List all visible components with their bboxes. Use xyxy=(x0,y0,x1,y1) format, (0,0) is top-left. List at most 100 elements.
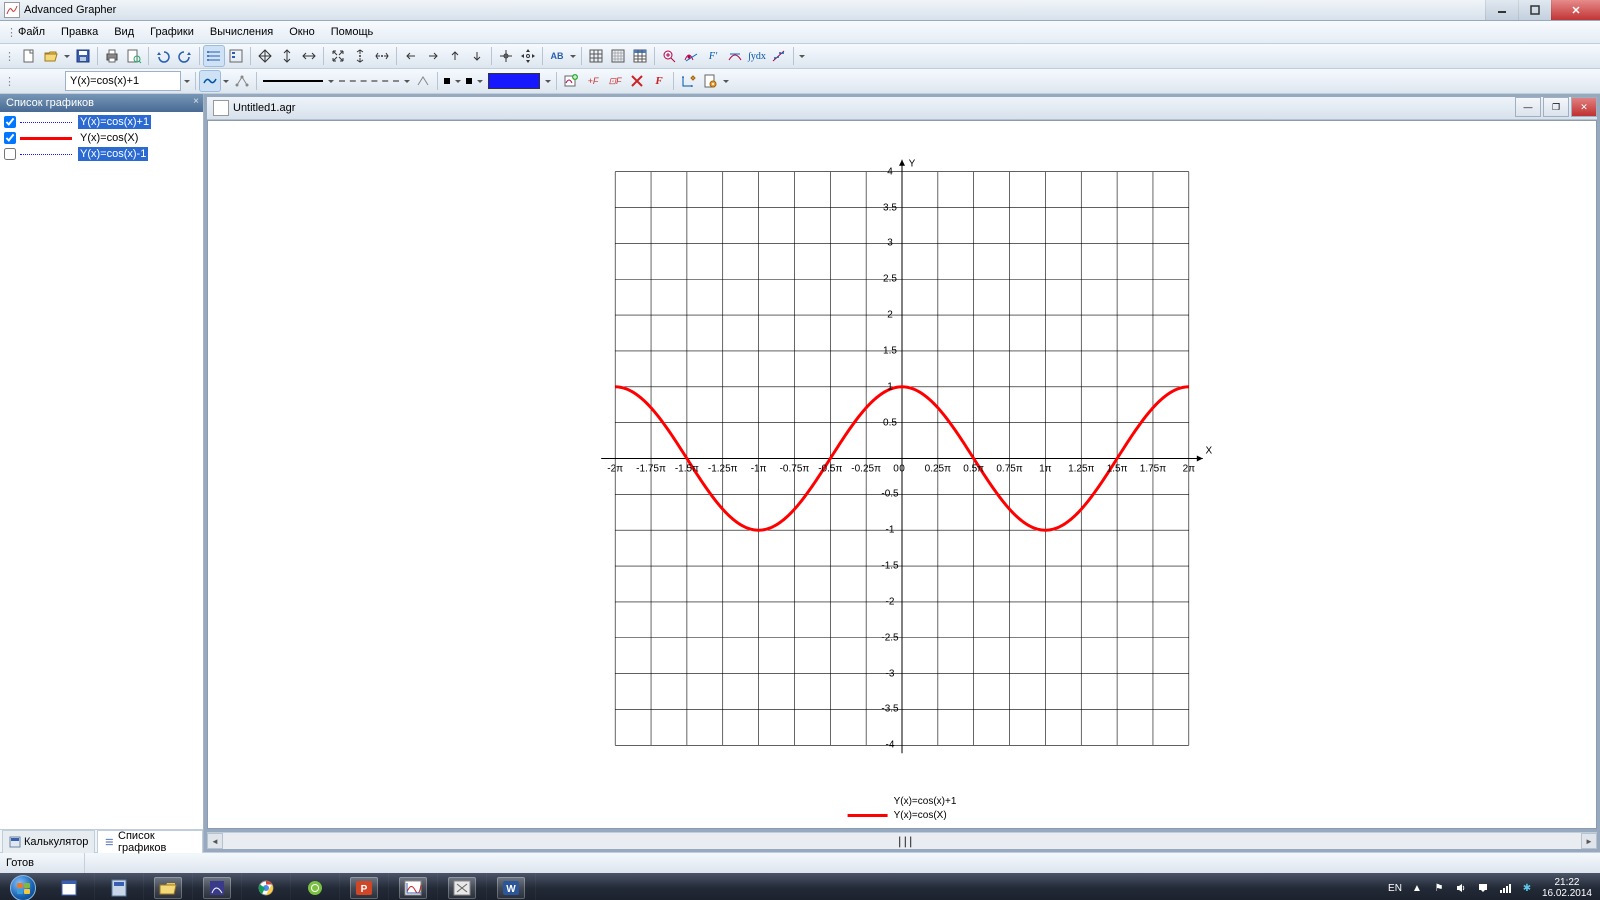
color-swatch[interactable] xyxy=(488,73,540,89)
tangent-button[interactable] xyxy=(725,46,745,66)
integral-button[interactable]: ∫ydx xyxy=(747,46,767,66)
taskbar-notepad[interactable] xyxy=(46,873,95,900)
plot-canvas[interactable]: -2π-1.75π-1.5π-1.25π-1π-0.75π-0.5π-0.25π… xyxy=(207,120,1597,829)
edit-function-button[interactable]: F xyxy=(649,71,669,91)
start-button[interactable] xyxy=(0,873,46,900)
intersect-button[interactable] xyxy=(681,46,701,66)
list-checkbox[interactable] xyxy=(4,132,16,144)
line-dash-dropdown[interactable] xyxy=(403,71,411,91)
toolbar-more[interactable] xyxy=(798,46,806,66)
child-maximize[interactable]: ❐ xyxy=(1543,97,1569,117)
scroll-left[interactable]: ◄ xyxy=(207,833,223,849)
label-dropdown[interactable] xyxy=(569,46,577,66)
trace-button[interactable] xyxy=(659,46,679,66)
menu-graphs[interactable]: Графики xyxy=(142,24,202,40)
pan-button[interactable] xyxy=(255,46,275,66)
arrow-down-button[interactable] xyxy=(467,46,487,66)
redo-button[interactable] xyxy=(175,46,195,66)
save-button[interactable] xyxy=(73,46,93,66)
tray-misc-icon[interactable]: ✱ xyxy=(1520,881,1534,895)
taskbar-grapher[interactable] xyxy=(389,873,438,900)
taskbar-calc[interactable] xyxy=(95,873,144,900)
axes-settings-button[interactable] xyxy=(678,71,698,91)
curve-style-dropdown[interactable] xyxy=(222,71,230,91)
marker-style-button[interactable] xyxy=(413,71,433,91)
list-item[interactable]: Y(x)=cos(X) xyxy=(0,130,203,146)
center-button[interactable] xyxy=(496,46,516,66)
scroll-right[interactable]: ► xyxy=(1581,833,1597,849)
list-item[interactable]: Y(x)=cos(x)+1 xyxy=(0,114,203,130)
taskbar-powerpoint[interactable]: P xyxy=(340,873,389,900)
tray-up-icon[interactable]: ▲ xyxy=(1410,881,1424,895)
arrow-right-button[interactable] xyxy=(423,46,443,66)
new-button[interactable] xyxy=(19,46,39,66)
open-dropdown[interactable] xyxy=(63,46,71,66)
tray-clock[interactable]: 21:22 16.02.2014 xyxy=(1542,877,1592,899)
list-checkbox[interactable] xyxy=(4,116,16,128)
regression-button[interactable] xyxy=(769,46,789,66)
move-vert-button[interactable] xyxy=(277,46,297,66)
menu-calc[interactable]: Вычисления xyxy=(202,24,281,40)
marker2-dropdown[interactable] xyxy=(476,71,484,91)
minimize-button[interactable] xyxy=(1485,0,1518,20)
marker2[interactable] xyxy=(466,78,472,84)
child-close[interactable]: ✕ xyxy=(1571,97,1597,117)
tab-graph-list[interactable]: Список графиков xyxy=(97,830,203,853)
arrow-left-button[interactable] xyxy=(401,46,421,66)
open-button[interactable] xyxy=(41,46,61,66)
list-checkbox[interactable] xyxy=(4,148,16,160)
derivative-button[interactable]: F′ xyxy=(703,46,723,66)
tray-lang[interactable]: EN xyxy=(1388,883,1402,894)
line-style-dropdown[interactable] xyxy=(327,71,335,91)
tab-calculator[interactable]: Калькулятор xyxy=(2,830,95,853)
toolbar2-more[interactable] xyxy=(722,71,730,91)
formula-input[interactable]: Y(x)=cos(x)+1 xyxy=(65,71,181,91)
tray-volume-icon[interactable] xyxy=(1454,881,1468,895)
tray-action-icon[interactable] xyxy=(1476,881,1490,895)
grid2-button[interactable] xyxy=(608,46,628,66)
h-scrollbar[interactable]: ◄ ∣∣∣ ► xyxy=(207,832,1597,849)
taskbar-app3[interactable] xyxy=(438,873,487,900)
table-button[interactable] xyxy=(630,46,650,66)
add-graph-button[interactable] xyxy=(561,71,581,91)
menu-edit[interactable]: Правка xyxy=(53,24,106,40)
line-style-dash[interactable] xyxy=(339,77,399,85)
undo-button[interactable] xyxy=(153,46,173,66)
grid1-button[interactable] xyxy=(586,46,606,66)
text-label-button[interactable]: AB xyxy=(547,46,567,66)
graph-list-button[interactable] xyxy=(204,46,224,66)
list-label[interactable]: Y(x)=cos(x)-1 xyxy=(78,147,148,161)
marker1[interactable] xyxy=(444,78,450,84)
color-dropdown[interactable] xyxy=(544,71,552,91)
print-button[interactable] xyxy=(102,46,122,66)
taskbar-explorer[interactable] xyxy=(144,873,193,900)
zoom-y-button[interactable] xyxy=(350,46,370,66)
marker1-dropdown[interactable] xyxy=(454,71,462,91)
show-points-button[interactable] xyxy=(232,71,252,91)
tray-flag-icon[interactable]: ⚑ xyxy=(1432,881,1446,895)
menu-view[interactable]: Вид xyxy=(106,24,142,40)
menu-window[interactable]: Окно xyxy=(281,24,323,40)
zoom-x-button[interactable] xyxy=(372,46,392,66)
doc-settings-button[interactable] xyxy=(700,71,720,91)
menu-help[interactable]: Помощь xyxy=(323,24,382,40)
taskbar-app2[interactable] xyxy=(291,873,340,900)
line-style-solid[interactable] xyxy=(263,77,323,85)
arrow-up-button[interactable] xyxy=(445,46,465,66)
delete-button[interactable] xyxy=(627,71,647,91)
taskbar-app1[interactable] xyxy=(193,873,242,900)
maximize-button[interactable] xyxy=(1518,0,1551,20)
list-label[interactable]: Y(x)=cos(x)+1 xyxy=(78,115,151,129)
properties-button[interactable] xyxy=(226,46,246,66)
list-label[interactable]: Y(x)=cos(X) xyxy=(78,131,140,145)
close-button[interactable] xyxy=(1551,0,1600,20)
add-function-button[interactable]: +F xyxy=(583,71,603,91)
move-horiz-button[interactable] xyxy=(299,46,319,66)
child-minimize[interactable]: — xyxy=(1515,97,1541,117)
taskbar-word[interactable]: W xyxy=(487,873,536,900)
fit-button[interactable] xyxy=(518,46,538,66)
print-preview-button[interactable] xyxy=(124,46,144,66)
side-panel-close[interactable]: × xyxy=(193,96,199,107)
curve-style-button[interactable] xyxy=(200,71,220,91)
zoom-both-button[interactable] xyxy=(328,46,348,66)
